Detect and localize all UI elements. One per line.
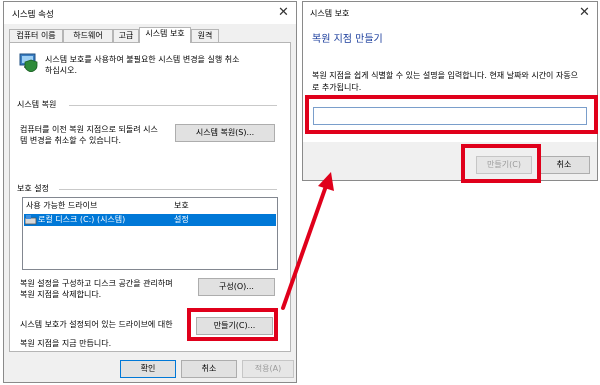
red-arrow-icon (281, 172, 334, 310)
tab-system-protection[interactable]: 시스템 보호 (139, 27, 191, 43)
